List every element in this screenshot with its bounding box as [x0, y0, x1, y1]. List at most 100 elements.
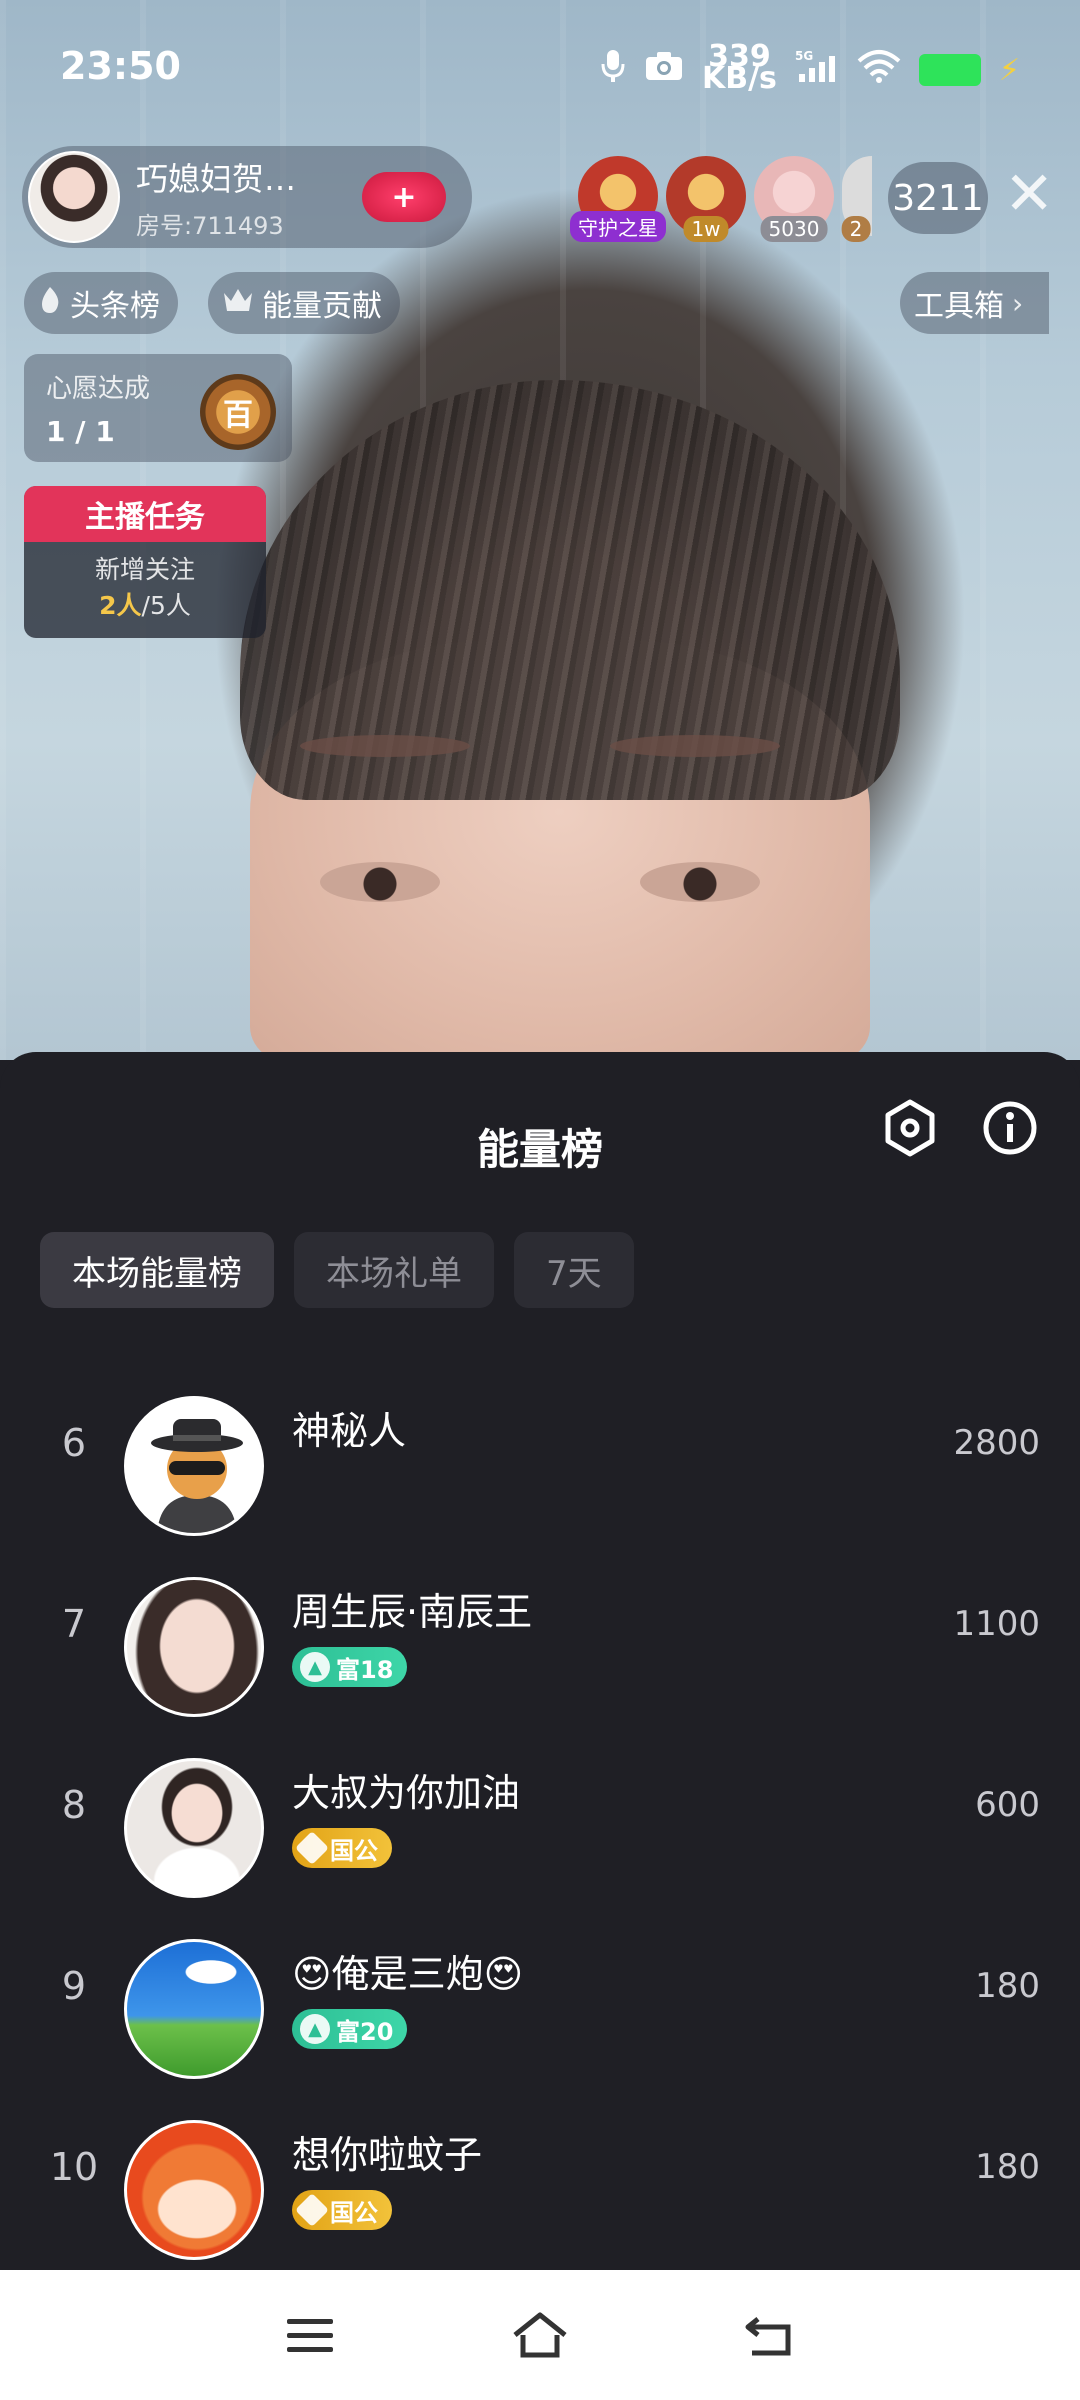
- rank-row[interactable]: 9 😍俺是三炮😍 ▲ 富20 180: [0, 1895, 1080, 2079]
- rank-number: 10: [49, 2144, 99, 2189]
- headline-rank-button[interactable]: 头条榜: [24, 272, 178, 334]
- host-avatar[interactable]: [28, 151, 120, 243]
- headline-rank-label: 头条榜: [70, 289, 160, 324]
- user-score: 2800: [953, 1422, 1040, 1463]
- viewer-tag: 2: [841, 216, 871, 242]
- badge-label: 国公: [330, 2198, 378, 2227]
- user-avatar[interactable]: [124, 1396, 264, 1536]
- user-name: 神秘人: [292, 1409, 407, 1453]
- svg-text:5G: 5G: [795, 49, 813, 63]
- rank-number: 6: [61, 1420, 87, 1465]
- task-title: 主播任务: [24, 486, 266, 542]
- host-task-card[interactable]: 主播任务 新增关注 2人/5人: [24, 486, 266, 638]
- status-icons: 339 KB/s 5G ⚡: [600, 42, 1020, 94]
- rank-row[interactable]: 7 周生辰·南辰王 ▲ 富18 1100: [0, 1533, 1080, 1717]
- triangle-icon: ▲: [300, 2014, 330, 2044]
- rank-tabs: 本场能量榜 本场礼单 7天: [40, 1232, 634, 1308]
- user-name: 想你啦蚊子: [292, 2133, 483, 2177]
- rank-number: 8: [61, 1782, 87, 1827]
- diamond-icon: [295, 1831, 329, 1865]
- fire-icon: [38, 285, 62, 322]
- follow-button[interactable]: +: [362, 172, 446, 222]
- badge-label: 富20: [336, 2017, 394, 2046]
- rank-number: 7: [61, 1601, 87, 1646]
- battery-icon: [918, 54, 981, 86]
- user-name: 周生辰·南辰王: [292, 1590, 533, 1634]
- home-icon[interactable]: [500, 2295, 580, 2375]
- wish-medal-icon: 百: [200, 374, 276, 450]
- left-eyebrow: [300, 735, 470, 757]
- status-time: 23:50: [60, 44, 181, 88]
- back-icon[interactable]: [730, 2295, 810, 2375]
- system-nav-bar: [0, 2270, 1080, 2400]
- host-card[interactable]: 巧媳妇贺… 房号:711493 +: [22, 146, 472, 248]
- viewer-count[interactable]: 3211: [888, 162, 988, 234]
- menu-icon[interactable]: [270, 2295, 350, 2375]
- user-name: 😍俺是三炮😍: [292, 1952, 524, 1996]
- top-viewers: 守护之星 1w 5030 2: [570, 156, 872, 242]
- toolbox-button[interactable]: 工具箱 ›: [900, 272, 1050, 334]
- close-icon[interactable]: ✕: [1004, 164, 1054, 224]
- viewer-avatar[interactable]: 守护之星: [570, 156, 666, 242]
- status-bar: 23:50 339 KB/s 5G ⚡: [0, 0, 1080, 140]
- task-done: 2人: [99, 591, 142, 620]
- task-body: 新增关注 2人/5人: [24, 542, 266, 624]
- viewer-tag: 守护之星: [570, 211, 666, 242]
- badge-label: 富18: [336, 1655, 394, 1684]
- user-avatar[interactable]: [124, 1577, 264, 1717]
- host-info: 巧媳妇贺… 房号:711493: [136, 154, 326, 241]
- net-speed-unit: KB/s: [701, 61, 777, 96]
- rank-row[interactable]: 10 想你啦蚊子 国公 180: [0, 2076, 1080, 2260]
- task-desc: 新增关注: [94, 555, 195, 584]
- rank-row[interactable]: 6 神秘人 2800: [0, 1352, 1080, 1536]
- tab-current-gifts[interactable]: 本场礼单: [294, 1232, 494, 1308]
- wealth-badge: ▲ 富20: [292, 2009, 408, 2049]
- noble-badge: 国公: [292, 2190, 392, 2230]
- crown-icon: [222, 287, 254, 320]
- charging-icon: ⚡: [998, 52, 1020, 88]
- user-avatar[interactable]: [124, 1939, 264, 2079]
- task-total: /5人: [141, 591, 191, 620]
- signal-5g-icon: 5G: [795, 48, 839, 92]
- wifi-icon: [857, 49, 901, 91]
- user-avatar[interactable]: [124, 1758, 264, 1898]
- right-eyebrow: [610, 735, 780, 757]
- chevron-right-icon: ›: [1012, 286, 1024, 320]
- user-score: 180: [975, 1965, 1040, 2006]
- network-speed: 339 KB/s: [702, 42, 777, 94]
- user-score: 600: [975, 1784, 1040, 1825]
- wealth-badge: ▲ 富18: [292, 1647, 408, 1687]
- triangle-icon: ▲: [300, 1652, 330, 1682]
- viewer-avatar[interactable]: 5030: [754, 156, 834, 242]
- user-name: 大叔为你加油: [292, 1771, 521, 1815]
- user-avatar[interactable]: [124, 2120, 264, 2260]
- viewer-avatar[interactable]: 2: [841, 156, 872, 242]
- info-icon[interactable]: [978, 1096, 1042, 1160]
- host-name: 巧媳妇贺…: [136, 159, 297, 198]
- badge-label: 国公: [330, 1836, 378, 1865]
- camera-icon: [644, 50, 684, 90]
- viewer-tag: 5030: [760, 216, 828, 242]
- rank-list: 6 神秘人 2800 7 周生辰·南辰王 ▲ 富18 1100 8 大叔为你加油…: [0, 1352, 1080, 2260]
- user-score: 180: [975, 2146, 1040, 2187]
- toolbox-label: 工具箱: [914, 289, 1004, 324]
- settings-hexagon-icon[interactable]: [878, 1096, 942, 1160]
- host-room-number: 房号:711493: [136, 211, 284, 240]
- left-eye: [320, 862, 440, 902]
- task-progress: 2人/5人: [24, 588, 266, 624]
- rank-number: 9: [61, 1963, 87, 2008]
- noble-badge: 国公: [292, 1828, 392, 1868]
- energy-rank-sheet: 能量榜 本场能量榜 本场礼单 7天 6 神秘人 2800 7 周生辰·南辰王 ▲…: [0, 1052, 1080, 2270]
- microphone-icon: [600, 48, 626, 92]
- viewer-tag: 1w: [683, 216, 729, 242]
- wish-card[interactable]: 心愿达成 1 / 1 百: [24, 354, 292, 462]
- user-score: 1100: [953, 1603, 1040, 1644]
- energy-contribution-button[interactable]: 能量贡献: [208, 272, 400, 334]
- diamond-icon: [295, 2193, 329, 2227]
- mystery-person-icon: [127, 1399, 261, 1533]
- tab-current-energy[interactable]: 本场能量榜: [40, 1232, 274, 1308]
- rank-row[interactable]: 8 大叔为你加油 国公 600: [0, 1714, 1080, 1898]
- energy-contribution-label: 能量贡献: [262, 289, 382, 324]
- viewer-avatar[interactable]: 1w: [666, 156, 746, 242]
- tab-7-days[interactable]: 7天: [514, 1232, 634, 1308]
